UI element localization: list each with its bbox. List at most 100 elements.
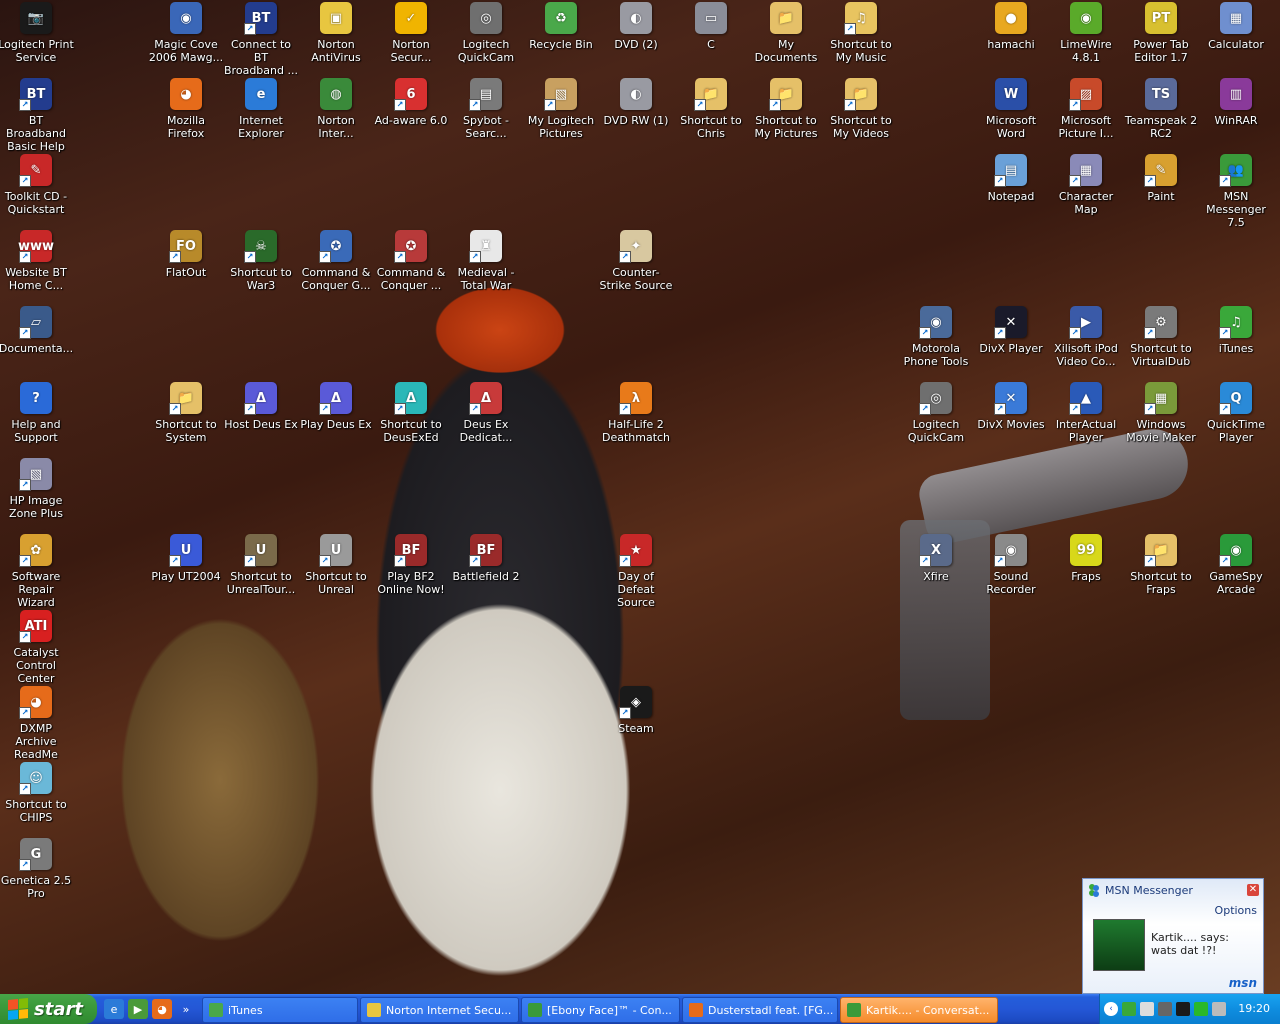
desktop-icon-hamachi[interactable]: ● hamachi [973,2,1049,74]
desktop-icon-shortcut-to-unreal[interactable]: U ↗ Shortcut to Unreal [298,534,374,606]
desktop-icon-gamespy-arcade[interactable]: ◉ ↗ GameSpy Arcade [1198,534,1274,606]
desktop-icon-shortcut-to-fraps[interactable]: 📁 ↗ Shortcut to Fraps [1123,534,1199,606]
desktop-icon-medieval-total-war[interactable]: ♜ ↗ Medieval - Total War [448,230,524,302]
desktop-icon-interactual-player[interactable]: ▲ ↗ InterActual Player [1048,382,1124,454]
desktop-icon-quicktime-player[interactable]: Q ↗ QuickTime Player [1198,382,1274,454]
desktop-icon-logitech-print-service[interactable]: 📷 Logitech Print Service [0,2,74,74]
desktop-icon-norton-inter[interactable]: ◍ Norton Inter... [298,78,374,150]
desktop-icon-shortcut-to-chris[interactable]: 📁 ↗ Shortcut to Chris [673,78,749,150]
ie-icon[interactable]: e [104,999,124,1019]
desktop-icon-limewire-4-8-1[interactable]: ◉ LimeWire 4.8.1 [1048,2,1124,74]
tray-expand-icon[interactable]: ‹ [1104,1002,1118,1016]
desktop-icon-shortcut-to-system[interactable]: 📁 ↗ Shortcut to System [148,382,224,454]
clock[interactable]: 19:20 [1238,1002,1270,1015]
desktop-icon-notepad[interactable]: ▤ ↗ Notepad [973,154,1049,226]
desktop-icon-my-documents[interactable]: 📁 My Documents [748,2,824,74]
desktop-icon-bt-broadband-basic-help[interactable]: BT ↗ BT Broadband Basic Help [0,78,74,153]
desktop-icon-genetica-2-5-pro[interactable]: G ↗ Genetica 2.5 Pro [0,838,74,910]
desktop-icon-day-of-defeat-source[interactable]: ★ ↗ Day of Defeat Source [598,534,674,609]
desktop-icon-shortcut-to-my-pictures[interactable]: 📁 ↗ Shortcut to My Pictures [748,78,824,150]
desktop-icon-spybot-searc[interactable]: ▤ ↗ Spybot - Searc... [448,78,524,150]
start-button[interactable]: start [0,994,97,1024]
close-icon[interactable]: ✕ [1247,884,1259,896]
desktop-icon-shortcut-to-war3[interactable]: ☠ ↗ Shortcut to War3 [223,230,299,302]
desktop-icon-norton-secur[interactable]: ✓ Norton Secur... [373,2,449,74]
desktop-icon-play-bf2-online-now[interactable]: BF ↗ Play BF2 Online Now! [373,534,449,606]
desktop-icon-motorola-phone-tools[interactable]: ◉ ↗ Motorola Phone Tools [898,306,974,378]
desktop-icon-battlefield-2[interactable]: BF ↗ Battlefield 2 [448,534,524,606]
desktop-icon-counter-strike-source[interactable]: ✦ ↗ Counter-Strike Source [598,230,674,302]
desktop-icon-shortcut-to-virtualdub[interactable]: ⚙ ↗ Shortcut to VirtualDub [1123,306,1199,378]
msn-options-link[interactable]: Options [1215,904,1257,917]
display-tray-icon[interactable] [1158,1002,1172,1016]
taskbar-button[interactable]: iTunes [202,997,358,1023]
desktop-icon-character-map[interactable]: ▦ ↗ Character Map [1048,154,1124,226]
desktop-icon-shortcut-to-unrealtour[interactable]: U ↗ Shortcut to UnrealTour... [223,534,299,606]
desktop-icon-dxmp-archive-readme[interactable]: ◕ ↗ DXMP Archive ReadMe [0,686,74,761]
desktop-icon-website-bt-home-c[interactable]: www ↗ Website BT Home C... [0,230,74,302]
firefox-icon[interactable]: ◕ [152,999,172,1019]
desktop-icon-teamspeak-2-rc2[interactable]: TS Teamspeak 2 RC2 [1123,78,1199,150]
desktop-icon-windows-movie-maker[interactable]: ▦ ↗ Windows Movie Maker [1123,382,1199,454]
desktop-icon-shortcut-to-my-music[interactable]: ♫ ↗ Shortcut to My Music [823,2,899,74]
network-tray-icon[interactable] [1140,1002,1154,1016]
msn-notification-popup[interactable]: MSN Messenger ✕ Options Kartik.... says:… [1082,878,1264,994]
desktop-icon-paint[interactable]: ✎ ↗ Paint [1123,154,1199,226]
desktop-icon-microsoft-word[interactable]: W Microsoft Word [973,78,1049,150]
taskbar-button[interactable]: [Ebony Face]™ - Con... [521,997,680,1023]
desktop-icon-norton-antivirus[interactable]: ▣ Norton AntiVirus [298,2,374,74]
volume-tray-icon[interactable] [1212,1002,1226,1016]
desktop-icon-itunes[interactable]: ♫ ↗ iTunes [1198,306,1274,378]
desktop-icon-command-conquer[interactable]: ✪ ↗ Command & Conquer ... [373,230,449,302]
desktop-icon-divx-player[interactable]: ✕ ↗ DivX Player [973,306,1049,378]
desktop-icon-deus-ex-dedicat[interactable]: Δ ↗ Deus Ex Dedicat... [448,382,524,454]
desktop-icon-recycle-bin[interactable]: ♻ Recycle Bin [523,2,599,74]
transfer-tray-icon[interactable] [1194,1002,1208,1016]
desktop-icon-xilisoft-ipod-video-co[interactable]: ▶ ↗ Xilisoft iPod Video Co... [1048,306,1124,378]
desktop-icon-command-conquer-g[interactable]: ✪ ↗ Command & Conquer G... [298,230,374,302]
media-player-icon[interactable]: ▶ [128,999,148,1019]
desktop-icon-fraps[interactable]: 99 Fraps [1048,534,1124,606]
desktop-icon-magic-cove-2006-mawg[interactable]: ◉ Magic Cove 2006 Mawg... [148,2,224,74]
desktop-icon-play-ut2004[interactable]: U ↗ Play UT2004 [148,534,224,606]
desktop-icon-ad-aware-6-0[interactable]: 6 ↗ Ad-aware 6.0 [373,78,449,150]
desktop-icon-flatout[interactable]: FO ↗ FlatOut [148,230,224,302]
taskbar-button[interactable]: Dusterstadl feat. [FG... [682,997,838,1023]
msn-message-text[interactable]: Kartik.... says: wats dat !?! [1151,931,1251,957]
desktop-icon-software-repair-wizard[interactable]: ✿ ↗ Software Repair Wizard [0,534,74,609]
desktop-icon-internet-explorer[interactable]: e Internet Explorer [223,78,299,150]
desktop-icon-shortcut-to-deusexed[interactable]: Δ ↗ Shortcut to DeusExEd [373,382,449,454]
desktop-icon-play-deus-ex[interactable]: Δ ↗ Play Deus Ex [298,382,374,454]
desktop-icon-calculator[interactable]: ▦ Calculator [1198,2,1274,74]
msn-tray-icon[interactable] [1122,1002,1136,1016]
desktop-icon-microsoft-picture-i[interactable]: ▨ ↗ Microsoft Picture I... [1048,78,1124,150]
desktop-icon-steam[interactable]: ◈ ↗ Steam [598,686,674,758]
desktop-icon-host-deus-ex[interactable]: Δ ↗ Host Deus Ex [223,382,299,454]
desktop-icon-help-and-support[interactable]: ? Help and Support [0,382,74,454]
desktop-icon-xfire[interactable]: X ↗ Xfire [898,534,974,606]
taskbar-button[interactable]: Kartik.... - Conversat... [840,997,998,1023]
desktop-icon-my-logitech-pictures[interactable]: ▧ ↗ My Logitech Pictures [523,78,599,150]
desktop-icon-toolkit-cd-quickstart[interactable]: ✎ ↗ Toolkit CD - Quickstart [0,154,74,226]
steam-tray-icon[interactable] [1176,1002,1190,1016]
desktop-icon-dvd-rw-1[interactable]: ◐ DVD RW (1) [598,78,674,150]
desktop-icon-logitech-quickcam[interactable]: ◎ ↗ Logitech QuickCam [898,382,974,454]
desktop-icon-divx-movies[interactable]: ✕ ↗ DivX Movies [973,382,1049,454]
desktop-icon-mozilla-firefox[interactable]: ◕ Mozilla Firefox [148,78,224,150]
desktop-icon-catalyst-control-center[interactable]: ATI ↗ Catalyst Control Center [0,610,74,685]
desktop-icon-c[interactable]: ▭ C [673,2,749,74]
desktop-icon-hp-image-zone-plus[interactable]: ▧ ↗ HP Image Zone Plus [0,458,74,530]
more-chevron-icon[interactable]: » [176,999,196,1019]
desktop-icon-winrar[interactable]: ▥ WinRAR [1198,78,1274,150]
desktop-icon-connect-to-bt-broadband[interactable]: BT ↗ Connect to BT Broadband ... [223,2,299,77]
desktop-icon-sound-recorder[interactable]: ◉ ↗ Sound Recorder [973,534,1049,606]
desktop-icon-half-life-2-deathmatch[interactable]: λ ↗ Half-Life 2 Deathmatch [598,382,674,454]
desktop-icon-dvd-2[interactable]: ◐ DVD (2) [598,2,674,74]
desktop-icon-msn-messenger-7-5[interactable]: 👥 ↗ MSN Messenger 7.5 [1198,154,1274,229]
desktop-icon-shortcut-to-chips[interactable]: ☺ ↗ Shortcut to CHIPS [0,762,74,834]
desktop-icon-power-tab-editor-1-7[interactable]: PT Power Tab Editor 1.7 [1123,2,1199,74]
desktop-icon-logitech-quickcam[interactable]: ◎ Logitech QuickCam [448,2,524,74]
desktop-icon-documenta[interactable]: ▱ ↗ Documenta... [0,306,74,378]
desktop-icon-shortcut-to-my-videos[interactable]: 📁 ↗ Shortcut to My Videos [823,78,899,150]
taskbar-button[interactable]: Norton Internet Secu... [360,997,519,1023]
